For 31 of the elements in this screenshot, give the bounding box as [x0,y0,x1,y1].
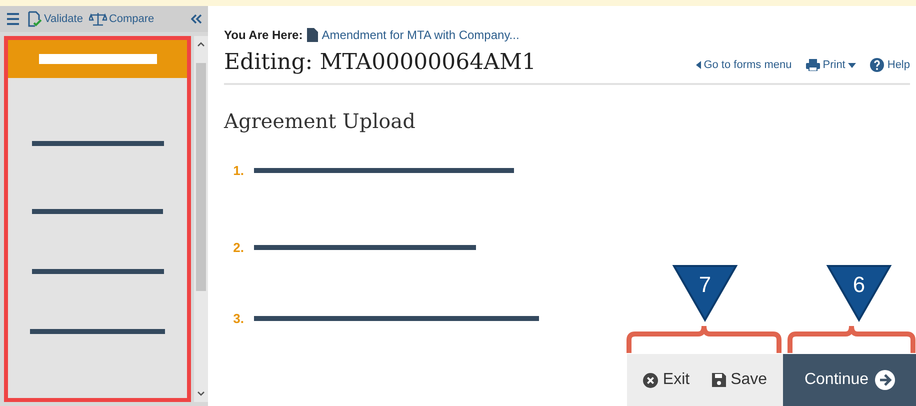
arrow-right-icon [874,370,895,390]
collapse-icon[interactable] [191,14,202,24]
document-check-icon [26,11,42,27]
forms-menu-link[interactable]: Go to forms menu [696,59,792,71]
breadcrumb-link[interactable]: Amendment for MTA with Company... [322,28,520,42]
section-title: Agreement Upload [224,109,416,133]
help-button[interactable]: Help [870,58,910,72]
printer-icon [806,59,820,71]
scrollbar[interactable] [194,36,208,402]
document-icon [306,28,318,42]
scales-icon [88,12,107,26]
menu-icon[interactable] [6,12,20,26]
close-icon [642,372,658,388]
save-button[interactable]: Save [712,371,768,389]
callout-marker: 6 [826,264,892,322]
callout-marker: 7 [672,264,738,322]
caret-left-icon [696,61,701,69]
exit-button[interactable]: Exit [642,371,690,389]
step-number: 1. [232,163,244,178]
continue-button[interactable]: Continue [783,354,916,406]
print-button[interactable]: Print [806,59,856,71]
step-number: 3. [232,311,244,326]
scroll-down-icon[interactable] [197,391,206,397]
page-title: Editing: MTA00000064AM1 [224,50,536,75]
scroll-up-icon[interactable] [197,41,206,47]
help-icon [870,58,884,72]
breadcrumb-label: You Are Here: [224,28,303,42]
step-number: 2. [232,240,244,255]
compare-button[interactable]: Compare [88,12,154,26]
validate-button[interactable]: Validate [26,11,83,27]
caret-down-icon [848,62,856,68]
